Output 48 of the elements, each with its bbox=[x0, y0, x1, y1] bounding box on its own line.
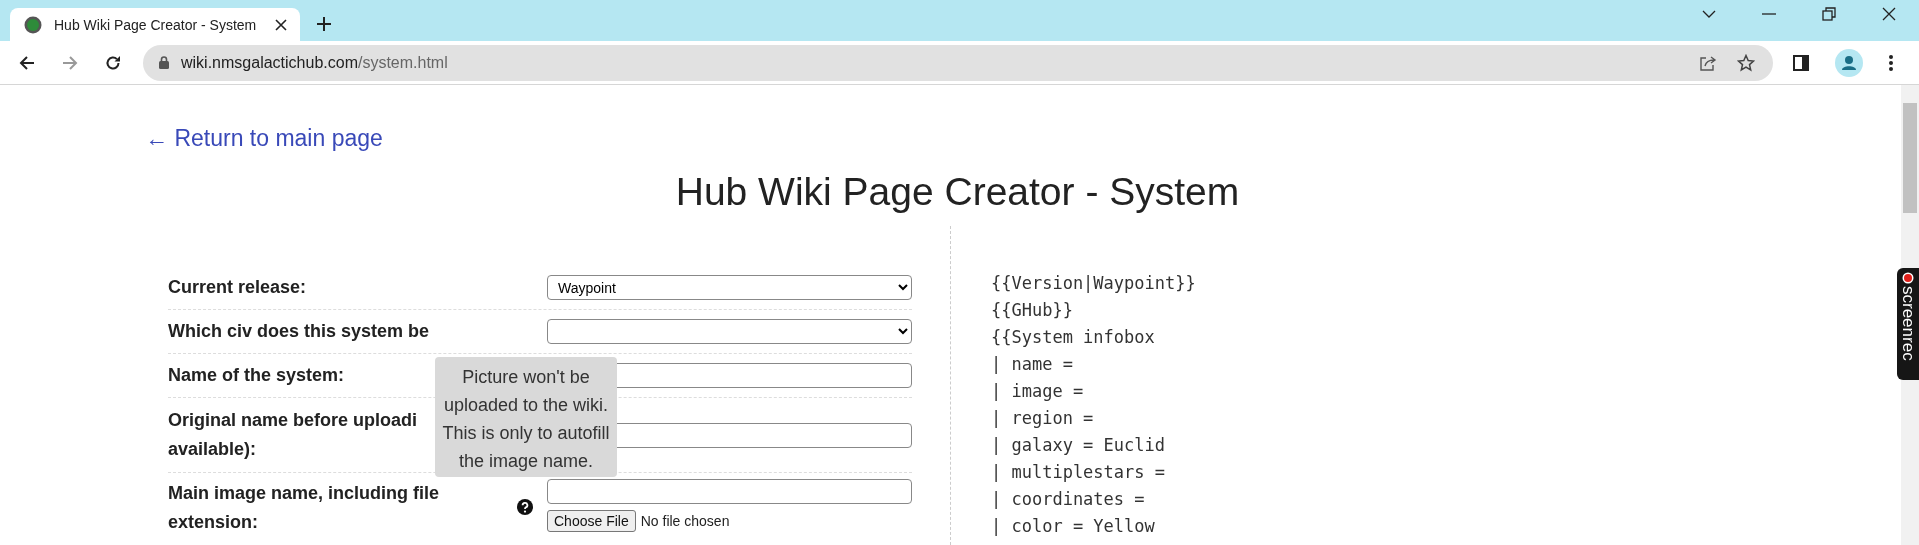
code-line: {{Version|Waypoint}} bbox=[991, 272, 1196, 295]
browser-tab[interactable]: Hub Wiki Page Creator - System bbox=[10, 8, 300, 41]
code-line: | image = bbox=[991, 380, 1085, 403]
code-line: | galaxy = Euclid bbox=[991, 434, 1166, 457]
recording-toast[interactable]: screenrec bbox=[1897, 268, 1919, 380]
back-icon[interactable] bbox=[19, 54, 35, 71]
minimize-icon[interactable] bbox=[1762, 12, 1776, 15]
lock-icon bbox=[159, 56, 169, 69]
code-line: | region = bbox=[991, 407, 1095, 430]
caret-down-icon[interactable] bbox=[1702, 9, 1716, 18]
record-icon bbox=[1902, 272, 1914, 284]
select-field[interactable] bbox=[547, 319, 912, 344]
star-icon[interactable] bbox=[1737, 53, 1755, 72]
code-line: | color = Yellow bbox=[991, 515, 1156, 538]
badge-label: screenrec bbox=[1898, 286, 1918, 361]
address-bar[interactable]: wiki.nmsgalactichub.com/system.html bbox=[143, 44, 1773, 81]
plus-icon[interactable] bbox=[316, 16, 332, 32]
url-path: /system.html bbox=[357, 53, 448, 71]
reload-icon[interactable] bbox=[105, 54, 121, 71]
select-field[interactable]: Waypoint bbox=[547, 275, 912, 300]
tooltip: Picture won't be uploaded to the wiki. This is only to autofill the image name. bbox=[435, 357, 617, 477]
field-label: Current release: bbox=[168, 276, 307, 299]
close-icon[interactable] bbox=[274, 17, 288, 32]
code-line: | coordinates = bbox=[991, 488, 1146, 511]
favicon-icon bbox=[24, 15, 42, 34]
field-label: Which civ does this system be bbox=[168, 320, 430, 343]
field-label: Name of the system: bbox=[168, 364, 345, 387]
code-line: {{GHub}} bbox=[991, 299, 1074, 322]
code-line: | multiplestars = bbox=[991, 461, 1166, 484]
choose-file-button[interactable]: Choose File bbox=[547, 510, 636, 532]
field-label: Main image name, including file extension: bbox=[168, 482, 441, 534]
side-panel-icon[interactable] bbox=[1793, 54, 1809, 71]
code-line: | name = bbox=[991, 353, 1074, 376]
file-status: No file chosen bbox=[640, 513, 730, 529]
code-line: {{System infobox bbox=[991, 326, 1156, 349]
return-link[interactable]: ← Return to main page bbox=[145, 125, 383, 152]
forward-icon[interactable] bbox=[62, 54, 78, 71]
page-title: Hub Wiki Page Creator - System bbox=[674, 170, 1241, 214]
text-field[interactable] bbox=[547, 479, 912, 504]
profile-avatar-icon[interactable] bbox=[1835, 48, 1863, 77]
field-label: Original name before uploadi available): bbox=[168, 409, 418, 461]
restore-icon[interactable] bbox=[1822, 6, 1836, 21]
help-icon[interactable] bbox=[517, 499, 533, 515]
close-icon[interactable] bbox=[1882, 6, 1896, 21]
tab-title: Hub Wiki Page Creator - System bbox=[54, 16, 258, 33]
url-host: wiki.nmsgalactichub.com bbox=[181, 53, 358, 71]
menu-icon[interactable] bbox=[1889, 54, 1893, 71]
scrollbar-thumb[interactable] bbox=[1903, 103, 1917, 213]
